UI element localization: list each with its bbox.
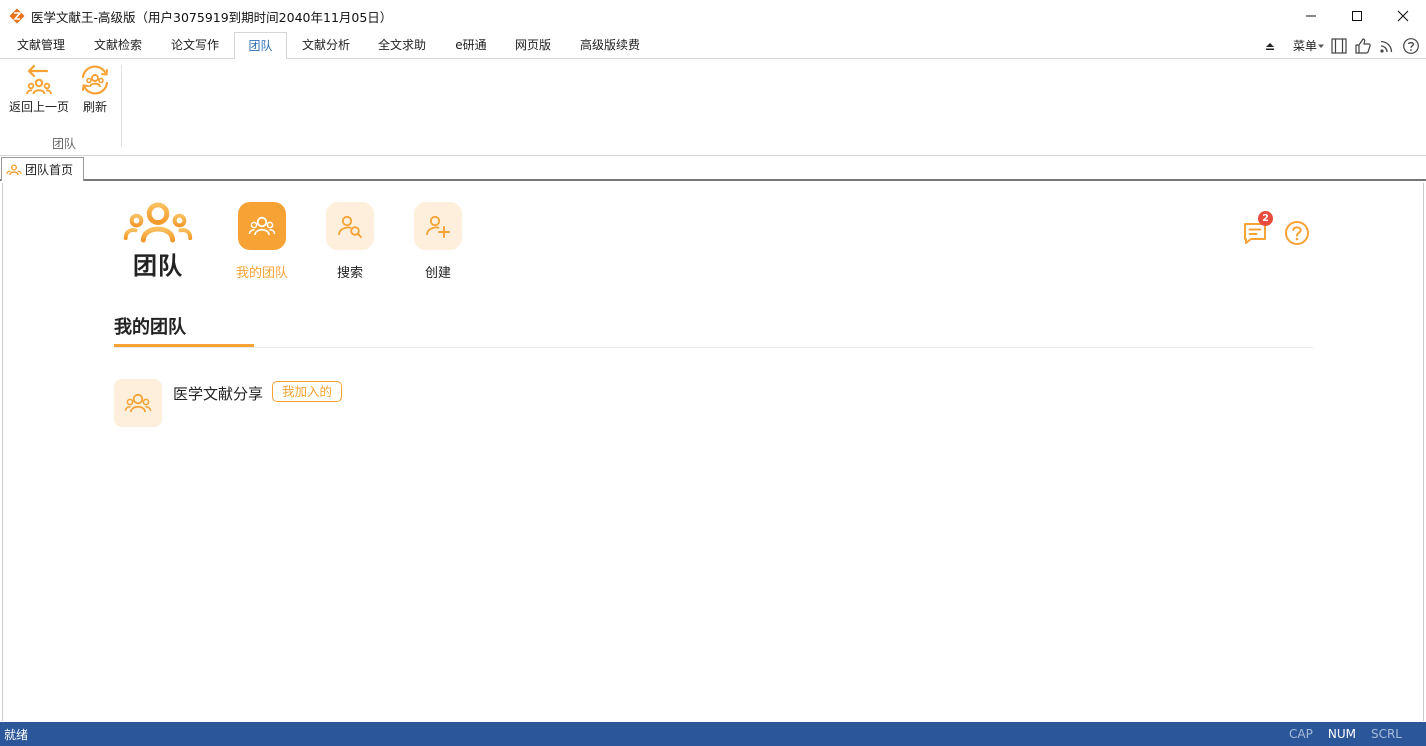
ribbon-separator xyxy=(121,65,122,147)
team-avatar xyxy=(114,379,162,427)
tab-team[interactable]: 团队 xyxy=(234,32,287,60)
tab-e-yantong[interactable]: e研通 xyxy=(442,32,500,59)
team-logo: 团队 xyxy=(119,201,197,281)
help-circle-icon[interactable] xyxy=(1283,219,1311,247)
refresh-button-label: 刷新 xyxy=(82,100,107,114)
section-title: 我的团队 xyxy=(114,317,186,338)
search-team-icon xyxy=(338,215,362,238)
team-icon xyxy=(6,164,22,175)
status-bar: 就绪 CAP NUM SCRL xyxy=(0,722,1426,746)
tab-fulltext-help[interactable]: 全文求助 xyxy=(366,32,438,59)
nav-my-team[interactable]: 我的团队 xyxy=(230,202,294,281)
app-logo-icon xyxy=(9,8,25,24)
section-divider xyxy=(114,347,1313,348)
menu-bar: 文献管理 文献检索 论文写作 团队 文献分析 全文求助 e研通 网页版 高级版续… xyxy=(0,32,1426,60)
ribbon-group-label: 团队 xyxy=(52,137,77,151)
tab-premium-renewal[interactable]: 高级版续费 xyxy=(566,32,654,59)
refresh-button[interactable]: 刷新 xyxy=(78,63,112,115)
team-logo-title: 团队 xyxy=(133,252,183,280)
window-title: 医学文献王-高级版（用户3075919到期时间2040年11月05日） xyxy=(31,9,393,25)
team-page-tools: 2 xyxy=(1241,211,1311,247)
like-icon[interactable] xyxy=(1354,37,1372,55)
nav-search-tile xyxy=(326,202,374,250)
menu-dropdown[interactable]: 菜单 xyxy=(1293,37,1317,54)
minimize-icon xyxy=(1306,15,1316,17)
back-button[interactable]: 返回上一页 xyxy=(9,63,69,115)
status-text: 就绪 xyxy=(4,727,29,742)
tab-paper-writing[interactable]: 论文写作 xyxy=(158,32,232,59)
tab-literature-search[interactable]: 文献检索 xyxy=(82,32,154,59)
collapse-ribbon-icon[interactable] xyxy=(1263,39,1277,53)
back-button-label: 返回上一页 xyxy=(9,100,70,114)
title-bar: 医学文献王-高级版（用户3075919到期时间2040年11月05日） xyxy=(0,0,1426,32)
create-team-icon xyxy=(426,215,450,238)
layout-icon[interactable] xyxy=(1330,37,1348,55)
close-button[interactable] xyxy=(1380,0,1426,32)
scroll-lock-indicator: SCRL xyxy=(1370,727,1402,741)
doctab-label: 团队首页 xyxy=(25,163,74,177)
back-team-icon xyxy=(26,64,52,95)
nav-create-label: 创建 xyxy=(424,266,451,281)
rss-icon[interactable] xyxy=(1378,37,1396,55)
tab-web-version[interactable]: 网页版 xyxy=(504,32,562,59)
team-membership-tag: 我加入的 xyxy=(272,381,343,402)
tab-document-management[interactable]: 文献管理 xyxy=(4,32,78,59)
nav-search-label: 搜索 xyxy=(336,266,363,281)
nav-my-team-tile xyxy=(238,202,286,250)
help-icon[interactable] xyxy=(1402,37,1420,55)
team-name[interactable]: 医学文献分享 xyxy=(173,383,263,404)
minimize-button[interactable] xyxy=(1288,0,1334,32)
caps-lock-indicator: CAP xyxy=(1289,727,1313,741)
team-logo-icon xyxy=(123,202,193,243)
team-home-panel: 团队 我的团队 搜索 创建 2 我的团队 医学文献分享 我加入的 xyxy=(2,183,1424,721)
my-team-icon xyxy=(248,216,276,236)
refresh-team-icon xyxy=(81,65,109,95)
doctab-team-home[interactable]: 团队首页 xyxy=(1,157,84,181)
document-tab-bar: 团队首页 xyxy=(0,156,1426,181)
nav-search[interactable]: 搜索 xyxy=(318,202,382,281)
num-lock-indicator: NUM xyxy=(1327,727,1356,741)
nav-create[interactable]: 创建 xyxy=(406,202,470,281)
maximize-button[interactable] xyxy=(1334,0,1380,32)
close-icon xyxy=(1397,10,1409,22)
maximize-icon xyxy=(1352,11,1362,21)
team-list-item[interactable]: 医学文献分享 我加入的 xyxy=(114,379,343,429)
tab-literature-analysis[interactable]: 文献分析 xyxy=(290,32,362,59)
message-count-badge: 2 xyxy=(1258,211,1273,226)
team-avatar-icon xyxy=(124,393,152,413)
ribbon: 返回上一页 刷新 团队 xyxy=(0,59,1426,156)
nav-my-team-label: 我的团队 xyxy=(235,266,288,281)
messages-button[interactable]: 2 xyxy=(1241,211,1273,247)
chevron-down-icon xyxy=(1318,44,1324,48)
nav-create-tile xyxy=(414,202,462,250)
